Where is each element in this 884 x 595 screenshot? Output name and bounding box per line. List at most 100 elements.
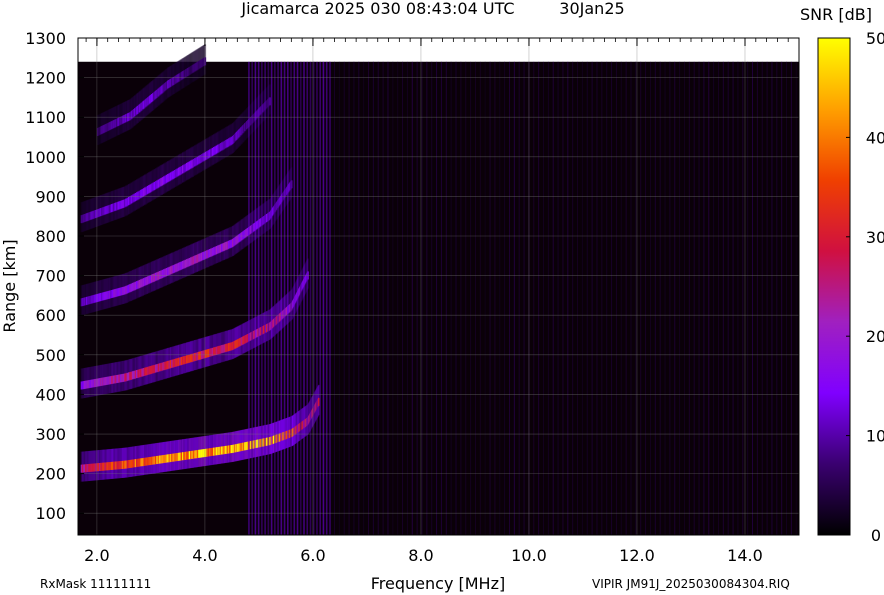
- interference-column: [353, 61, 355, 535]
- interference-column: [368, 61, 370, 535]
- interference-column: [649, 61, 651, 535]
- interference-column: [489, 61, 491, 535]
- x-tick-label: 4.0: [192, 546, 217, 565]
- chart-date: 30Jan25: [559, 0, 624, 18]
- interference-column: [679, 61, 681, 535]
- x-axis-title: Frequency [MHz]: [371, 574, 505, 593]
- y-tick-label: 1000: [25, 148, 66, 167]
- interference-column: [484, 61, 486, 535]
- interference-column: [781, 61, 783, 535]
- y-tick-label: 1200: [25, 69, 66, 88]
- x-tick-label: 8.0: [408, 546, 433, 565]
- interference-column: [363, 61, 365, 535]
- interference-column: [248, 61, 250, 535]
- y-tick-label: 400: [35, 385, 66, 404]
- interference-column: [372, 61, 374, 535]
- interference-column: [708, 61, 710, 535]
- interference-column: [601, 61, 603, 535]
- interference-column: [688, 61, 690, 535]
- colorbar-title: SNR [dB]: [800, 5, 872, 24]
- y-axis-title: Range [km]: [0, 239, 19, 332]
- colorbar-tick-label: 0: [871, 526, 881, 545]
- interference-column: [698, 61, 700, 535]
- interference-column: [445, 61, 447, 535]
- interference-column: [322, 61, 325, 535]
- interference-column: [620, 61, 622, 535]
- interference-column: [504, 61, 506, 535]
- interference-column: [338, 61, 340, 535]
- interference-column: [450, 61, 452, 535]
- interference-column: [538, 61, 540, 535]
- interference-column: [290, 61, 292, 535]
- interference-column: [406, 61, 408, 535]
- interference-column: [479, 61, 481, 535]
- interference-column: [766, 61, 768, 535]
- interference-column: [416, 61, 418, 535]
- interference-column: [747, 61, 749, 535]
- interference-column: [494, 61, 496, 535]
- interference-column: [659, 61, 661, 535]
- interference-column: [703, 61, 705, 535]
- interference-column: [455, 61, 457, 535]
- interference-column: [611, 61, 613, 535]
- interference-column: [533, 61, 535, 535]
- chart-title: Jicamarca 2025 030 08:43:04 UTC: [240, 0, 514, 18]
- interference-column: [693, 61, 695, 535]
- x-tick-label: 12.0: [619, 546, 655, 565]
- colorbar-tick-label: 30: [866, 228, 884, 247]
- interference-column: [552, 61, 554, 535]
- y-tick-label: 500: [35, 346, 66, 365]
- interference-column: [795, 61, 797, 535]
- interference-column: [674, 61, 676, 535]
- interference-column: [283, 61, 286, 535]
- interference-column: [567, 61, 569, 535]
- colorbar-tick-label: 10: [866, 427, 884, 446]
- interference-column: [625, 61, 627, 535]
- interference-column: [640, 61, 642, 535]
- interference-column: [713, 61, 715, 535]
- colorbar-ticks: 0 10 20 30 40 50: [846, 29, 884, 545]
- interference-column: [287, 61, 289, 535]
- interference-column: [717, 61, 719, 535]
- interference-column: [470, 61, 472, 535]
- interference-column: [669, 61, 671, 535]
- y-tick-label: 1100: [25, 108, 66, 127]
- x-tick-label: 6.0: [300, 546, 325, 565]
- interference-column: [293, 61, 296, 535]
- interference-column: [654, 61, 656, 535]
- interference-column: [397, 61, 399, 535]
- interference-column: [254, 61, 257, 535]
- interference-column: [436, 61, 438, 535]
- interference-column: [596, 61, 598, 535]
- interference-column: [426, 61, 428, 535]
- interference-column: [630, 61, 632, 535]
- y-tick-label: 300: [35, 425, 66, 444]
- interference-column: [319, 61, 322, 535]
- interference-column: [325, 61, 328, 535]
- interference-column: [508, 61, 510, 535]
- y-tick-label: 100: [35, 504, 66, 523]
- y-tick-label: 1300: [25, 29, 66, 48]
- interference-column: [547, 61, 549, 535]
- interference-column: [761, 61, 763, 535]
- interference-column: [309, 61, 312, 535]
- interference-column: [543, 61, 545, 535]
- interference-column: [722, 61, 724, 535]
- interference-column: [402, 61, 404, 535]
- interference-column: [737, 61, 739, 535]
- interference-column: [499, 61, 501, 535]
- interference-column: [460, 61, 462, 535]
- interference-column: [431, 61, 433, 535]
- rxmask-label: RxMask 11111111: [40, 577, 151, 591]
- colorbar-tick-label: 40: [866, 128, 884, 147]
- interference-column: [264, 61, 266, 535]
- interference-column: [606, 61, 608, 535]
- interference-column: [267, 61, 270, 535]
- interference-column: [465, 61, 467, 535]
- y-tick-label: 900: [35, 187, 66, 206]
- interference-column: [257, 61, 260, 535]
- interference-column: [518, 61, 520, 535]
- y-tick-label: 600: [35, 306, 66, 325]
- y-tick-label: 800: [35, 227, 66, 246]
- interference-column: [683, 61, 685, 535]
